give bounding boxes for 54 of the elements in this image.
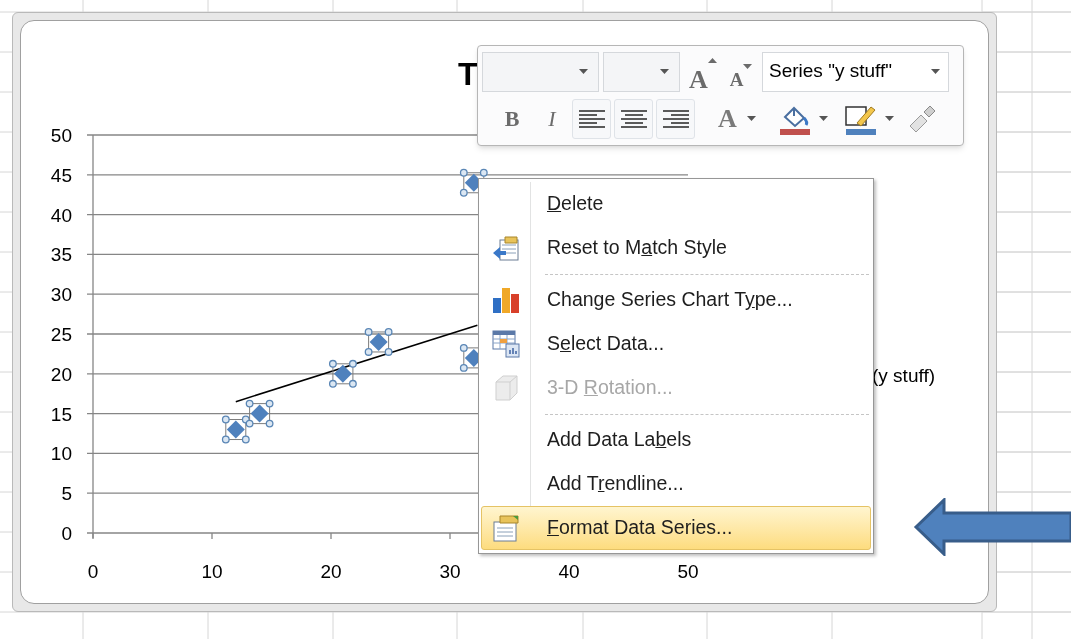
menu-item[interactable]: Delete	[481, 182, 871, 226]
align-center-icon	[619, 108, 648, 129]
data-point[interactable]	[328, 359, 357, 388]
italic-button[interactable]: I	[532, 100, 572, 137]
axis-label: 10	[201, 561, 223, 582]
axis-label: 25	[50, 324, 72, 345]
format-reset-icon	[491, 233, 521, 263]
axis-label: 20	[50, 363, 72, 385]
align-center-button[interactable]	[614, 98, 653, 139]
data-point[interactable]	[221, 415, 250, 444]
caret-icon	[579, 69, 588, 74]
bold-button[interactable]: B	[492, 100, 532, 137]
axis-label: 20	[320, 561, 342, 582]
axis-label: 5	[61, 483, 72, 505]
up-triangle-icon	[707, 57, 717, 63]
axis-label: 30	[50, 284, 72, 306]
axis-label: 30	[439, 561, 461, 582]
axis-label: 0	[87, 561, 99, 582]
align-right-icon	[661, 108, 690, 129]
data-point[interactable]	[245, 399, 274, 428]
align-left-icon	[577, 108, 606, 129]
caret-icon	[660, 69, 669, 74]
axis-label: 50	[677, 561, 699, 582]
align-right-button[interactable]	[656, 98, 695, 139]
table-icon	[491, 329, 521, 359]
align-left-button[interactable]	[572, 98, 611, 139]
series-dropdown[interactable]: Series "y stuff"	[762, 51, 949, 92]
axis-label: 50	[50, 125, 72, 146]
menu-item[interactable]: Reset to Match Style	[481, 226, 871, 270]
caret-icon	[884, 116, 894, 121]
format-series-icon	[491, 513, 521, 543]
axis-label: 15	[50, 403, 72, 425]
menu-item[interactable]: Format Data Series...	[481, 506, 871, 550]
caret-icon	[818, 116, 828, 121]
grow-font-button[interactable]: A	[684, 53, 722, 90]
axis-label: 40	[558, 561, 580, 582]
down-triangle-icon	[743, 63, 753, 69]
menu-item[interactable]: Add Trendline...	[481, 462, 871, 506]
bar-chart-icon	[491, 285, 521, 315]
caret-icon	[931, 69, 940, 74]
axis-label: 45	[50, 164, 72, 186]
caret-icon	[746, 116, 756, 121]
menu-item[interactable]: Add Data Labels	[481, 418, 871, 462]
axis-label: 35	[50, 244, 72, 266]
menu-item[interactable]: Select Data...	[481, 322, 871, 366]
trendline[interactable]	[235, 324, 479, 403]
axis-label: 0	[61, 523, 72, 544]
data-point[interactable]	[364, 328, 393, 356]
axis-label: 10	[50, 443, 72, 465]
shrink-font-button[interactable]: A	[722, 53, 760, 90]
menu-item[interactable]: Change Series Chart Type...	[481, 278, 871, 322]
axis-label: 40	[50, 204, 72, 226]
font-color-button[interactable]: A	[706, 100, 768, 137]
chart-title[interactable]: T	[458, 58, 478, 90]
